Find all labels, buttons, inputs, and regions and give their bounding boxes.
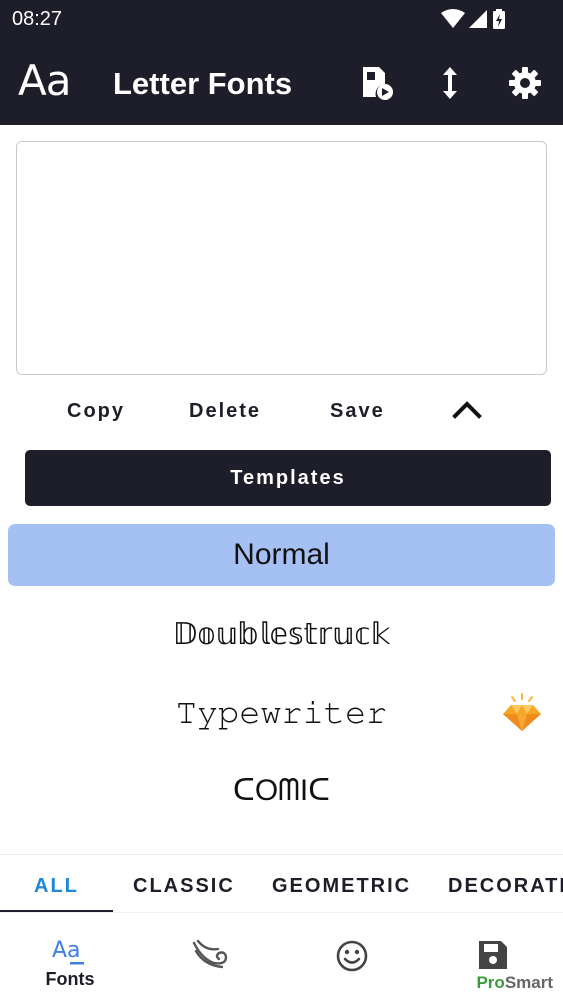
nav-fonts-label: Fonts	[45, 969, 95, 989]
chevron-up-icon	[452, 401, 482, 419]
text-input[interactable]	[16, 141, 547, 375]
tab-decorative[interactable]: DECORATI	[448, 875, 563, 898]
nav-fonts[interactable]: Aa Fonts	[0, 913, 140, 1001]
fonts-icon: Aa	[0, 937, 140, 965]
battery-charging-icon	[493, 9, 505, 29]
save-button[interactable]: Save	[330, 400, 385, 423]
app-logo: Aa	[18, 56, 71, 105]
signal-icon	[469, 10, 487, 28]
templates-button[interactable]: Templates	[25, 450, 551, 506]
tab-classic[interactable]: CLASSIC	[133, 875, 235, 898]
video-file-icon	[363, 67, 393, 100]
premium-diamond-icon	[501, 693, 543, 741]
watermark-smart: Smart	[504, 973, 553, 992]
collapse-button[interactable]	[451, 396, 483, 422]
font-item-comic[interactable]: ᑕOᗰIᑕ	[8, 759, 555, 821]
font-item-typewriter[interactable]: 𝚃𝚢𝚙𝚎𝚠𝚛𝚒𝚝𝚎𝚛	[8, 683, 555, 745]
watermark: ProSmart	[476, 973, 553, 993]
wifi-icon	[441, 9, 465, 28]
swirl-icon	[141, 939, 281, 971]
tab-all[interactable]: ALL	[34, 875, 79, 898]
nav-decorations[interactable]	[141, 913, 281, 1001]
font-item-doublestruck[interactable]: 𝔻𝕠𝕦𝕓𝕝𝕖𝕤𝕥𝕣𝕦𝕔𝕜	[8, 603, 555, 665]
category-tabs: ALL CLASSIC GEOMETRIC DECORATI	[0, 854, 563, 912]
save-icon	[423, 939, 563, 971]
video-file-button[interactable]	[357, 64, 395, 102]
tab-geometric[interactable]: GEOMETRIC	[272, 875, 411, 898]
status-bar: 08:27	[0, 0, 563, 40]
settings-button[interactable]	[506, 64, 544, 102]
status-icons	[441, 8, 521, 37]
watermark-pro: Pro	[476, 973, 505, 992]
status-time: 08:27	[12, 8, 63, 30]
gear-icon	[509, 67, 541, 99]
smiley-icon	[282, 939, 422, 973]
font-item-label: 𝚃𝚢𝚙𝚎𝚠𝚛𝚒𝚝𝚎𝚛	[175, 697, 388, 730]
font-item-label: 𝔻𝕠𝕦𝕓𝕝𝕖𝕤𝕥𝕣𝕦𝕔𝕜	[172, 617, 391, 651]
svg-text:Aa: Aa	[52, 938, 81, 963]
bottom-navigation: Aa Fonts ProSmart	[0, 912, 563, 1000]
text-direction-button[interactable]	[431, 64, 469, 102]
vertical-arrows-icon	[443, 67, 457, 99]
copy-button[interactable]: Copy	[67, 400, 125, 423]
app-bar: Aa Letter Fonts	[0, 40, 563, 125]
font-item-label: Normal	[233, 538, 330, 571]
nav-emoji[interactable]	[282, 913, 422, 1001]
font-item-label: ᑕOᗰIᑕ	[232, 773, 331, 807]
delete-button[interactable]: Delete	[189, 400, 261, 423]
font-item-normal[interactable]: Normal	[8, 524, 555, 586]
app-title: Letter Fonts	[113, 66, 293, 101]
